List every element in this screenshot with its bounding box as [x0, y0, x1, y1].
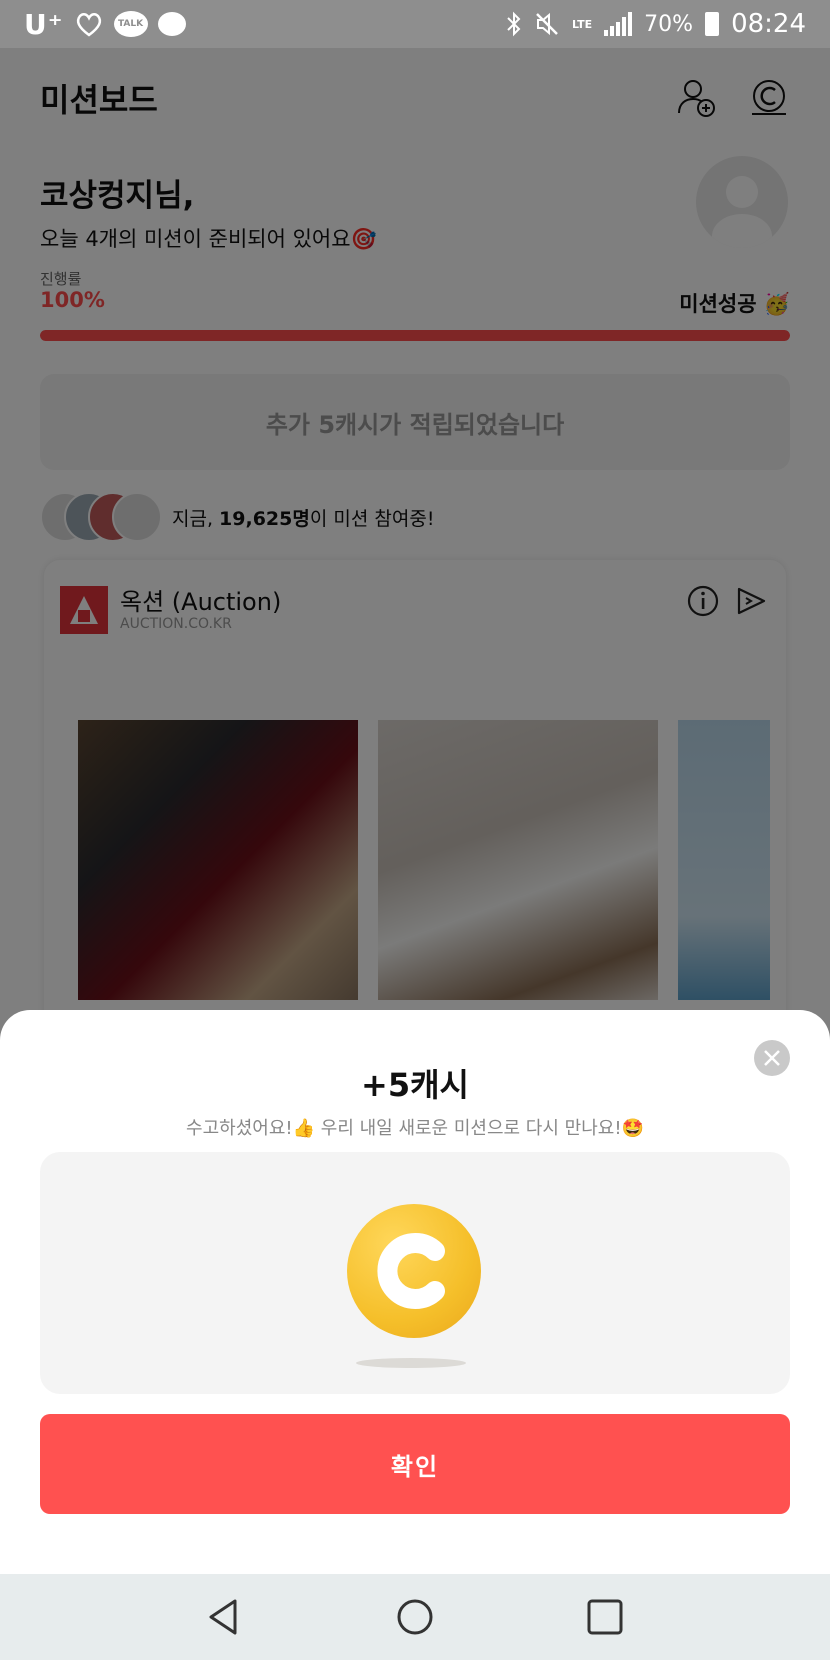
sheet-title: +5캐시 [361, 1066, 469, 1104]
sheet-subtitle: 수고하셨어요!👍 우리 내일 새로운 미션으로 다시 만나요!🤩 [186, 1118, 644, 1139]
cash-coin-icon [347, 1204, 481, 1338]
chat-bubble-icon [157, 12, 186, 36]
lte-icon: LTE [571, 17, 593, 31]
status-bar: U⁺ TALK LTE 70% 08:24 [0, 0, 830, 48]
reward-bottom-sheet: +5캐시 수고하셨어요!👍 우리 내일 새로운 미션으로 다시 만나요!🤩 확인 [0, 1010, 830, 1574]
home-icon [397, 1599, 433, 1635]
navigation-bar [0, 1574, 830, 1660]
battery-percent: 70% [644, 11, 694, 37]
back-button[interactable] [203, 1595, 247, 1639]
status-left: U⁺ TALK [24, 8, 186, 41]
coin-shadow [356, 1358, 466, 1368]
battery-icon [705, 12, 720, 36]
home-button[interactable] [393, 1595, 437, 1639]
confirm-button[interactable]: 확인 [40, 1414, 790, 1514]
kakaotalk-icon: TALK [113, 11, 148, 37]
status-right: LTE 70% 08:24 [506, 9, 806, 39]
signal-icon [604, 12, 633, 36]
carrier-label: U⁺ [24, 7, 64, 41]
recents-button[interactable] [583, 1595, 627, 1639]
recents-icon [587, 1599, 623, 1635]
heart-notification-icon [76, 13, 101, 37]
mute-icon [536, 12, 558, 36]
clock: 08:24 [731, 9, 806, 39]
bluetooth-icon [507, 11, 521, 37]
coin-c-icon [377, 1233, 445, 1309]
coin-display [40, 1152, 790, 1394]
back-icon [209, 1599, 237, 1635]
